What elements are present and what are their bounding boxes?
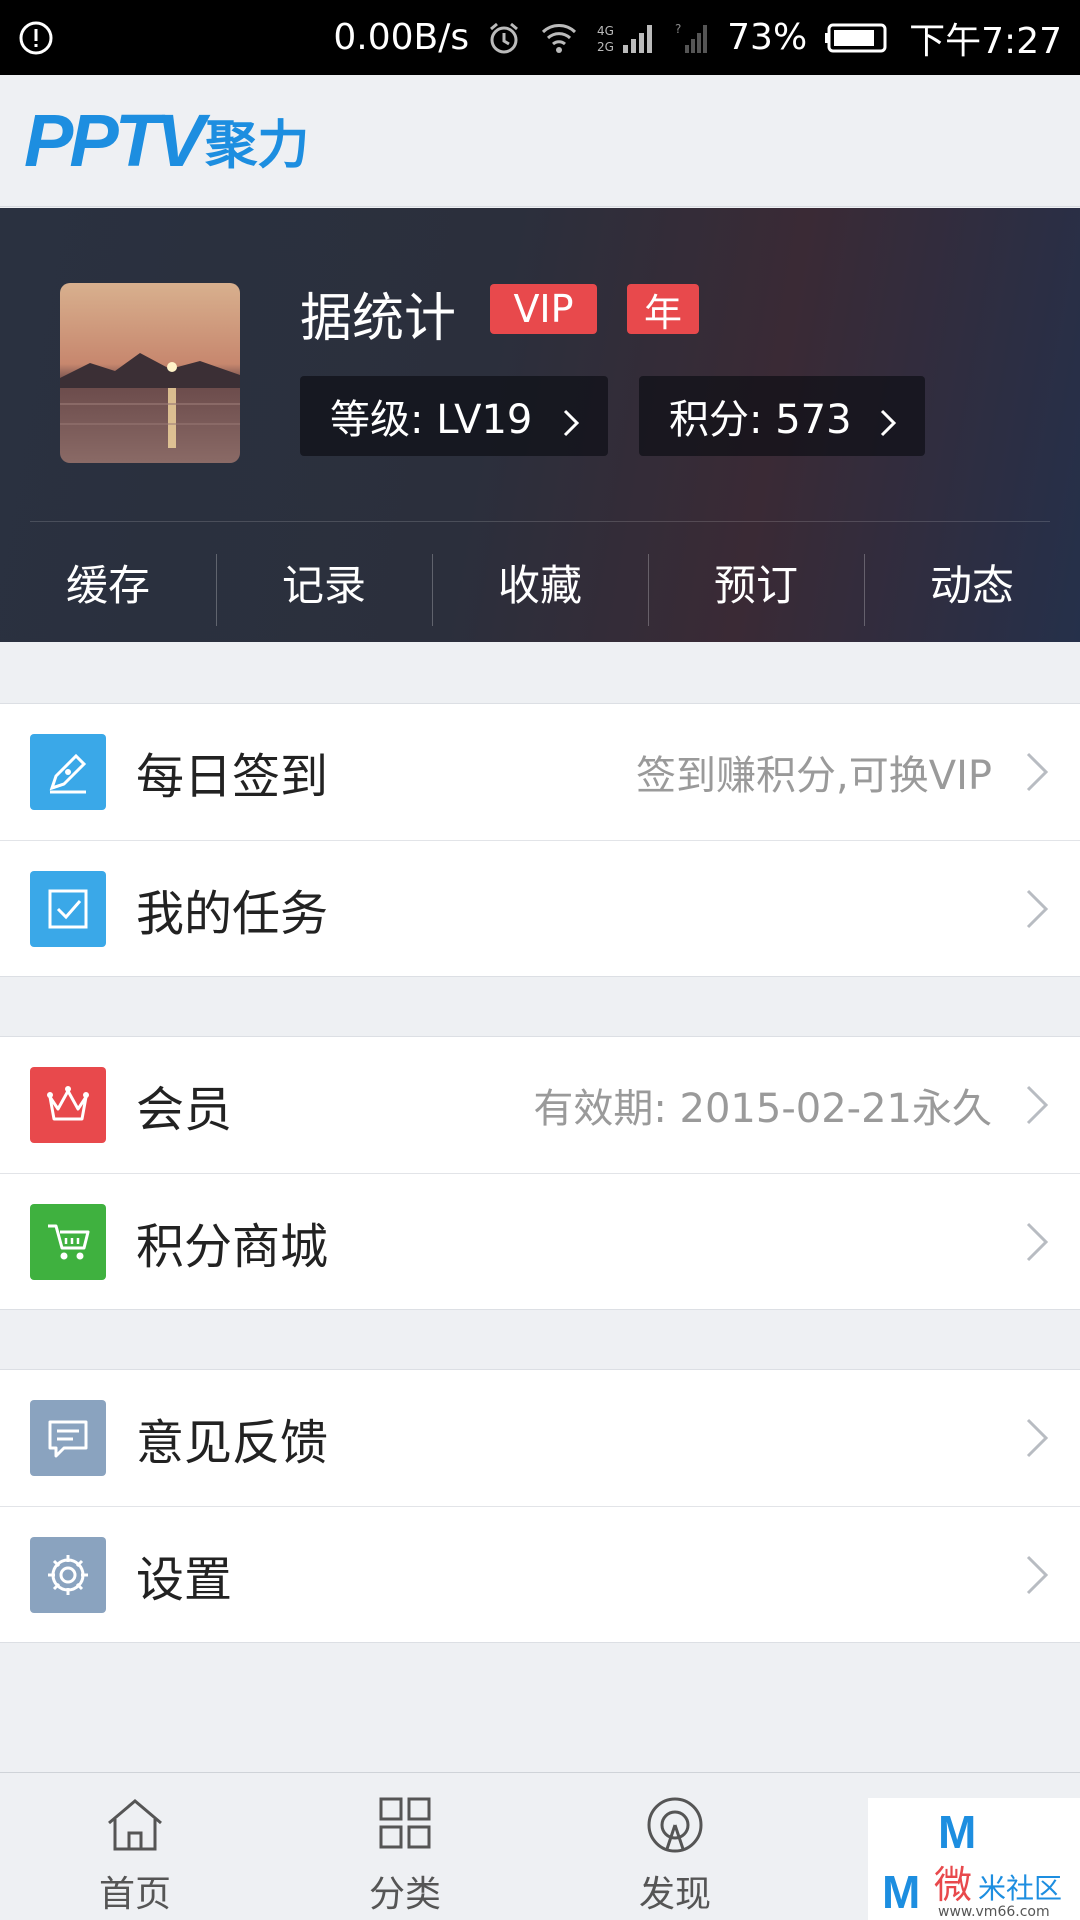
- svg-text:米社区: 米社区: [978, 1872, 1062, 1905]
- network-speed: 0.00B/s: [333, 17, 470, 58]
- year-badge: 年: [627, 284, 699, 335]
- menu-row-points-mall[interactable]: 积分商城: [0, 1173, 1080, 1309]
- nav-home[interactable]: 首页: [0, 1773, 270, 1920]
- discover-icon: [643, 1795, 707, 1859]
- nav-label: 发现: [638, 1874, 711, 1915]
- svg-text:4G: 4G: [597, 24, 614, 38]
- chevron-right-icon: [1024, 750, 1050, 798]
- points-button[interactable]: 积分: 573: [639, 376, 925, 456]
- crown-icon: [30, 1067, 106, 1143]
- tab-reservations[interactable]: 预订: [648, 522, 864, 642]
- menu-row-membership[interactable]: 会员 有效期: 2015-02-21永久: [0, 1037, 1080, 1173]
- chevron-right-icon: [1024, 887, 1050, 935]
- status-bar: 0.00B/s 4G 2G ? 73% 下午7:27: [0, 0, 1080, 75]
- menu-row-my-tasks[interactable]: 我的任务: [0, 840, 1080, 976]
- vip-badge: VIP: [490, 284, 597, 334]
- alarm-icon: [487, 21, 521, 55]
- tab-activity[interactable]: 动态: [864, 522, 1080, 642]
- menu-label: 积分商城: [136, 1218, 329, 1275]
- svg-text:?: ?: [675, 22, 681, 36]
- grid-icon: [373, 1795, 437, 1859]
- avatar[interactable]: [60, 283, 240, 463]
- watermark: M M 微 米社区 www.vm66.com: [868, 1798, 1080, 1920]
- level-label: 等级: LV19: [330, 397, 533, 443]
- chevron-right-icon: [562, 402, 580, 448]
- chevron-right-icon: [1024, 1416, 1050, 1464]
- svg-text:微: 微: [934, 1863, 972, 1907]
- alert-icon: [18, 20, 54, 56]
- chevron-right-icon: [879, 402, 897, 448]
- pen-icon: [30, 734, 106, 810]
- checkbox-icon: [30, 871, 106, 947]
- menu-row-settings[interactable]: 设置: [0, 1506, 1080, 1642]
- cart-icon: [30, 1204, 106, 1280]
- menu-label: 意见反馈: [136, 1415, 329, 1471]
- svg-text:M: M: [938, 1806, 976, 1858]
- menu-group-3: 意见反馈 设置: [0, 1369, 1080, 1643]
- menu-label: 会员: [136, 1082, 233, 1138]
- signal-weak-icon: ?: [675, 21, 709, 55]
- wifi-icon: [539, 22, 579, 54]
- chevron-right-icon: [1024, 1083, 1050, 1131]
- nav-label: 分类: [368, 1874, 441, 1915]
- chevron-right-icon: [1024, 1553, 1050, 1601]
- chevron-right-icon: [1024, 1220, 1050, 1268]
- tab-favorites[interactable]: 收藏: [432, 522, 648, 642]
- menu-label: 设置: [136, 1551, 233, 1608]
- points-label: 积分: 573: [669, 397, 852, 443]
- nav-label: 首页: [98, 1874, 171, 1915]
- menu-group-2: 会员 有效期: 2015-02-21永久 积分商城: [0, 1036, 1080, 1310]
- user-name: 据统计: [300, 289, 457, 349]
- svg-text:2G: 2G: [597, 40, 614, 54]
- logo-cn-text: 聚力: [205, 116, 310, 176]
- logo-text: PPTV: [24, 99, 205, 182]
- quick-tabs: 缓存 记录 收藏 预订 动态: [0, 522, 1080, 642]
- menu-subtitle: 签到赚积分,可换VIP: [636, 753, 992, 799]
- menu-row-feedback[interactable]: 意见反馈: [0, 1370, 1080, 1506]
- app-header: PPTV 聚力: [0, 75, 1080, 207]
- svg-text:M: M: [882, 1866, 920, 1918]
- tab-cache[interactable]: 缓存: [0, 522, 216, 642]
- battery-icon: [825, 22, 891, 54]
- pptv-logo: PPTV 聚力: [24, 99, 310, 182]
- home-icon: [103, 1795, 167, 1859]
- menu-group-1: 每日签到 签到赚积分,可换VIP 我的任务: [0, 703, 1080, 977]
- chat-icon: [30, 1400, 106, 1476]
- battery-percent: 73%: [727, 17, 808, 58]
- level-button[interactable]: 等级: LV19: [300, 376, 608, 456]
- cellular-signal-icon: 4G 2G: [597, 21, 657, 55]
- svg-text:www.vm66.com: www.vm66.com: [938, 1904, 1050, 1920]
- nav-discover[interactable]: 发现: [540, 1773, 810, 1920]
- gear-icon: [30, 1537, 106, 1613]
- nav-category[interactable]: 分类: [270, 1773, 540, 1920]
- tab-history[interactable]: 记录: [216, 522, 432, 642]
- menu-row-daily-checkin[interactable]: 每日签到 签到赚积分,可换VIP: [0, 704, 1080, 840]
- profile-panel: 据统计 VIP 年 等级: LV19 积分: 573 缓存 记录 收藏 预订 动…: [0, 208, 1080, 642]
- menu-label: 每日签到: [136, 749, 329, 805]
- clock: 下午7:27: [909, 20, 1062, 62]
- menu-subtitle: 有效期: 2015-02-21永久: [533, 1086, 992, 1132]
- menu-label: 我的任务: [136, 885, 329, 942]
